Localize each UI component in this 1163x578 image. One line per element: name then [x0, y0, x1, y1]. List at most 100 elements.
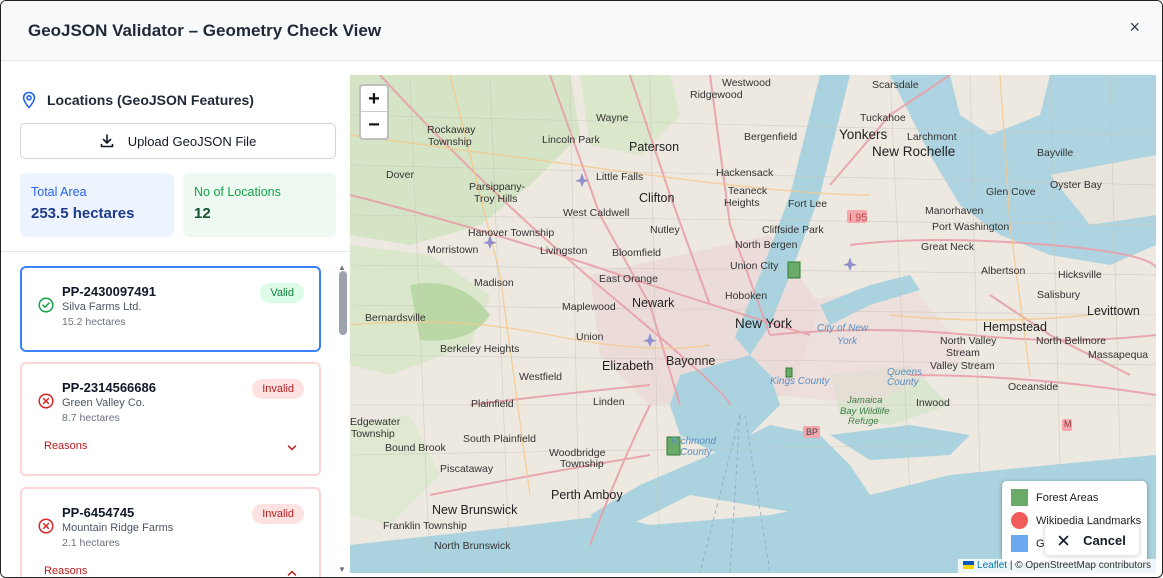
map-label: Bergenfield [744, 131, 798, 143]
status-badge: Valid [260, 283, 304, 303]
map-label: Manorhaven [925, 205, 984, 217]
map-label: North Valley [940, 335, 997, 347]
locations-section-label: Locations (GeoJSON Features) [47, 92, 254, 108]
map-label: Berkeley Heights [440, 343, 520, 355]
map-label: Edgewater [350, 416, 401, 428]
map-label: Oyster Bay [1050, 179, 1102, 191]
map-label: Inwood [916, 397, 950, 409]
map-label: M [1064, 419, 1072, 429]
map-label: Piscataway [440, 463, 494, 475]
map-label: Richmond [671, 436, 717, 447]
map-label: Township [560, 458, 604, 470]
map-view[interactable]: Westwood Ridgewood Yonkers Scarsdale Roc… [350, 75, 1156, 573]
map-label: County [887, 377, 919, 388]
scroll-down-arrow-icon[interactable]: ▼ [338, 565, 346, 574]
status-badge: Invalid [252, 379, 304, 399]
map-label: Perth Amboy [551, 488, 623, 502]
map-label: Linden [593, 396, 625, 408]
forest-swatch [1011, 489, 1028, 506]
map-label: Jamaica [847, 395, 883, 406]
map-label: Levittown [1087, 304, 1140, 318]
map-label: Franklin Township [383, 520, 467, 532]
map-label: BP [806, 427, 819, 437]
osm-attribution: | © OpenStreetMap contributors [1009, 560, 1151, 571]
map-label: Westwood [722, 77, 771, 89]
location-card[interactable]: PP-2314566686 Green Valley Co. 8.7 hecta… [20, 362, 321, 476]
scroll-thumb[interactable] [339, 271, 347, 335]
close-button[interactable]: × [1129, 17, 1140, 37]
map-label: Scarsdale [872, 79, 919, 91]
locations-count-value: 12 [194, 205, 211, 222]
map-label: Dover [386, 169, 415, 181]
map-label: Township [428, 136, 472, 148]
map-label: Union City [730, 260, 779, 272]
x-circle-icon [38, 518, 54, 534]
zoom-in-button[interactable]: + [361, 86, 387, 112]
map-label: Oceanside [1008, 381, 1059, 393]
locations-list: PP-2430097491 Silva Farms Ltd. 15.2 hect… [1, 265, 337, 577]
chevron-down-icon[interactable] [287, 443, 297, 453]
map-label: Glen Cove [986, 186, 1036, 198]
legend-label: Forest Areas [1036, 491, 1099, 504]
reasons-toggle[interactable]: Reasons [44, 565, 87, 577]
leaflet-link[interactable]: Leaflet [977, 560, 1007, 571]
locations-section-title: Locations (GeoJSON Features) [21, 91, 254, 109]
upload-button-label: Upload GeoJSON File [127, 133, 257, 149]
location-id: PP-2430097491 [62, 284, 156, 299]
map-label: Rockaway [427, 124, 476, 136]
location-card[interactable]: PP-2430097491 Silva Farms Ltd. 15.2 hect… [20, 266, 321, 352]
x-circle-icon [38, 393, 54, 409]
map-label: Hempstead [983, 320, 1047, 334]
total-area-label: Total Area [31, 185, 87, 199]
map-label: County [680, 447, 712, 458]
total-area-value: 253.5 hectares [31, 205, 135, 222]
map-label: Valley Stream [930, 360, 995, 372]
map-label: South Plainfield [463, 433, 536, 445]
list-scrollbar[interactable]: ▲ ▼ [337, 263, 349, 577]
map-label: Union [576, 331, 604, 343]
upload-geojson-button[interactable]: Upload GeoJSON File [20, 123, 336, 159]
map-label: Cliffside Park [762, 224, 824, 236]
map-label: New Rochelle [872, 144, 956, 159]
chevron-up-icon[interactable] [287, 568, 297, 577]
map-label: Hicksville [1058, 269, 1102, 281]
map-label: Heights [724, 197, 760, 209]
geojson-validator-modal: GeoJSON Validator – Geometry Check View … [0, 0, 1163, 578]
map-label: Port Washington [932, 221, 1010, 233]
map-label: Maplewood [562, 301, 616, 313]
map-label: Hackensack [716, 167, 774, 179]
cancel-label: Cancel [1083, 532, 1126, 548]
map-label: East Orange [599, 273, 658, 285]
map-label: Salisbury [1037, 289, 1081, 301]
map-label: Kings County [770, 376, 830, 387]
map-label: Paterson [629, 140, 680, 154]
map-label: City of New [817, 323, 869, 334]
zoom-out-button[interactable]: − [361, 112, 387, 138]
map-label: Great Neck [921, 241, 975, 253]
map-label: Morristown [427, 244, 479, 256]
map-label: Ridgewood [690, 89, 743, 101]
check-circle-icon [38, 297, 54, 313]
map-label: Little Falls [596, 171, 644, 183]
cancel-button[interactable]: Cancel [1044, 524, 1140, 556]
reasons-toggle[interactable]: Reasons [44, 440, 87, 452]
map-label: Bloomfield [612, 247, 662, 259]
map-label: West Caldwell [563, 207, 630, 219]
map-label: North Bellmore [1036, 335, 1107, 347]
map-label: Madison [474, 277, 514, 289]
map-label: Clifton [639, 191, 675, 205]
map-label: North Brunswick [434, 540, 511, 552]
map-label: Hoboken [725, 290, 768, 302]
map-label: Fort Lee [788, 198, 828, 210]
location-card[interactable]: PP-6454745 Mountain Ridge Farms 2.1 hect… [20, 487, 321, 577]
location-owner: Mountain Ridge Farms [62, 522, 174, 534]
map-label: Plainfield [471, 398, 514, 410]
map-label: Westfield [519, 371, 562, 383]
modal-title: GeoJSON Validator – Geometry Check View [28, 21, 382, 40]
status-badge: Invalid [252, 504, 304, 524]
map-label: Lincoln Park [542, 134, 600, 146]
download-icon [100, 134, 113, 148]
location-area: 2.1 hectares [62, 537, 120, 549]
map-label: Parsippany- [469, 181, 526, 193]
close-icon [1058, 535, 1069, 545]
